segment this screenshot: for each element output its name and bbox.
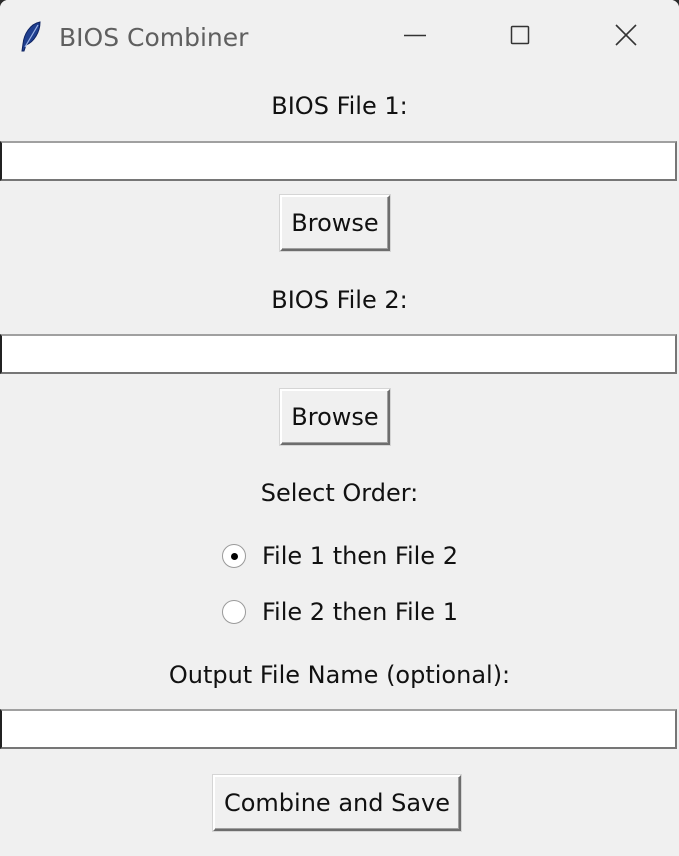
bios-file2-label: BIOS File 2:: [271, 286, 408, 314]
order-option-1-label: File 1 then File 2: [262, 542, 458, 570]
bios-file1-input[interactable]: [0, 141, 677, 181]
maximize-icon: [510, 25, 530, 45]
maximize-button[interactable]: [468, 0, 574, 72]
browse-file2-button[interactable]: Browse: [280, 389, 390, 445]
order-option-2-label: File 2 then File 1: [262, 598, 458, 626]
output-file-input[interactable]: [0, 709, 677, 749]
title-bar[interactable]: BIOS Combiner: [0, 0, 679, 72]
radio-selected-dot: [231, 553, 238, 560]
minimize-icon: [404, 34, 426, 37]
close-button[interactable]: [573, 0, 679, 72]
window-title: BIOS Combiner: [59, 23, 249, 52]
combine-and-save-button[interactable]: Combine and Save: [213, 775, 461, 831]
output-file-label: Output File Name (optional):: [168, 661, 511, 689]
radio-button[interactable]: [222, 600, 246, 624]
app-window: BIOS Combiner BIOS File 1: Browse BIOS F…: [0, 0, 679, 856]
form-area: BIOS File 1: Browse BIOS File 2: Browse …: [0, 72, 679, 856]
minimize-button[interactable]: [362, 0, 468, 72]
radio-button[interactable]: [222, 544, 246, 568]
close-icon: [615, 24, 637, 46]
bios-file2-input[interactable]: [0, 334, 677, 374]
feather-icon: [21, 21, 41, 52]
select-order-label: Select Order:: [260, 479, 419, 507]
bios-file1-label: BIOS File 1:: [271, 92, 408, 120]
browse-file1-button[interactable]: Browse: [280, 195, 390, 251]
